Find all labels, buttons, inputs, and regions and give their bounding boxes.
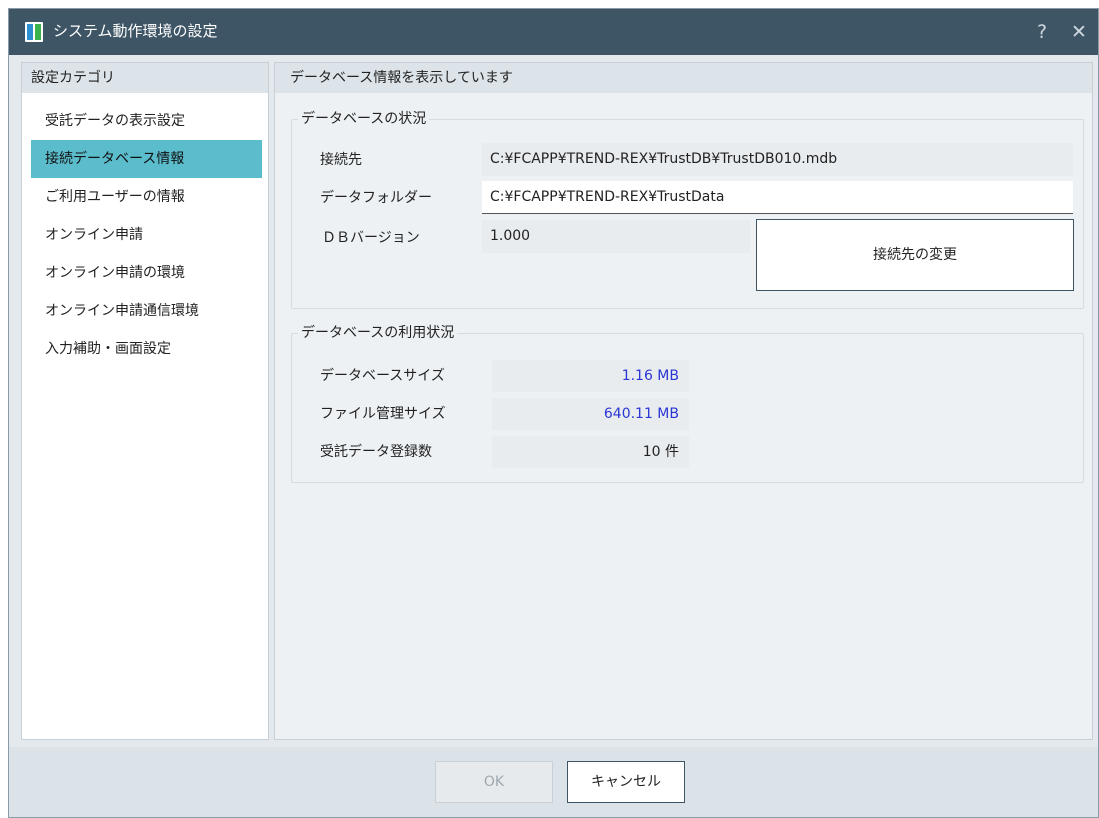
database-status-group: データベースの状況 接続先 C:¥FCAPP¥TREND-REX¥TrustDB… <box>291 109 1084 309</box>
title-bar: システム動作環境の設定 ? ✕ <box>9 9 1098 55</box>
database-status-title: データベースの状況 <box>298 109 430 129</box>
category-heading: 設定カテゴリ <box>22 63 268 93</box>
ok-button[interactable]: OK <box>435 761 553 803</box>
app-logo-icon <box>25 22 43 42</box>
close-button[interactable]: ✕ <box>1067 18 1091 46</box>
registered-count-label: 受託データ登録数 <box>320 444 432 460</box>
change-connection-button[interactable]: 接続先の変更 <box>756 219 1074 291</box>
data-folder-label: データフォルダー <box>320 190 432 206</box>
help-button[interactable]: ? <box>1031 18 1053 46</box>
data-folder-field[interactable]: C:¥FCAPP¥TREND-REX¥TrustData <box>482 181 1073 214</box>
footer-bar: OK キャンセル <box>9 747 1098 817</box>
category-item-display-settings[interactable]: 受託データの表示設定 <box>31 102 262 140</box>
category-item-online-communication[interactable]: オンライン申請通信環境 <box>31 292 262 330</box>
settings-dialog: システム動作環境の設定 ? ✕ 設定カテゴリ 受託データの表示設定 接続データベ… <box>8 8 1099 818</box>
category-item-user-info[interactable]: ご利用ユーザーの情報 <box>31 178 262 216</box>
connection-path-value: C:¥FCAPP¥TREND-REX¥TrustDB¥TrustDB010.md… <box>482 143 1073 176</box>
registered-count-value: 10 件 <box>492 436 689 468</box>
window-title: システム動作環境の設定 <box>53 22 218 40</box>
file-management-size-value: 640.11 MB <box>492 398 689 430</box>
panel-heading: データベース情報を表示しています <box>275 63 1092 93</box>
db-version-label: ＤＢバージョン <box>322 230 420 246</box>
category-item-input-screen-settings[interactable]: 入力補助・画面設定 <box>31 330 262 368</box>
category-item-database-info[interactable]: 接続データベース情報 <box>31 140 262 178</box>
database-size-label: データベースサイズ <box>320 368 445 384</box>
db-version-value: 1.000 <box>482 220 750 253</box>
database-info-panel: データベース情報を表示しています データベースの状況 接続先 C:¥FCAPP¥… <box>274 62 1093 740</box>
file-management-size-label: ファイル管理サイズ <box>320 406 446 422</box>
category-list: 受託データの表示設定 接続データベース情報 ご利用ユーザーの情報 オンライン申請… <box>22 93 268 368</box>
category-panel: 設定カテゴリ 受託データの表示設定 接続データベース情報 ご利用ユーザーの情報 … <box>21 62 269 740</box>
cancel-button[interactable]: キャンセル <box>567 761 685 803</box>
category-item-online-environment[interactable]: オンライン申請の環境 <box>31 254 262 292</box>
database-usage-group: データベースの利用状況 データベースサイズ 1.16 MB ファイル管理サイズ … <box>291 323 1084 483</box>
connection-label: 接続先 <box>320 152 362 168</box>
database-usage-title: データベースの利用状況 <box>298 323 458 343</box>
category-item-online-application[interactable]: オンライン申請 <box>31 216 262 254</box>
database-size-value: 1.16 MB <box>492 360 689 392</box>
